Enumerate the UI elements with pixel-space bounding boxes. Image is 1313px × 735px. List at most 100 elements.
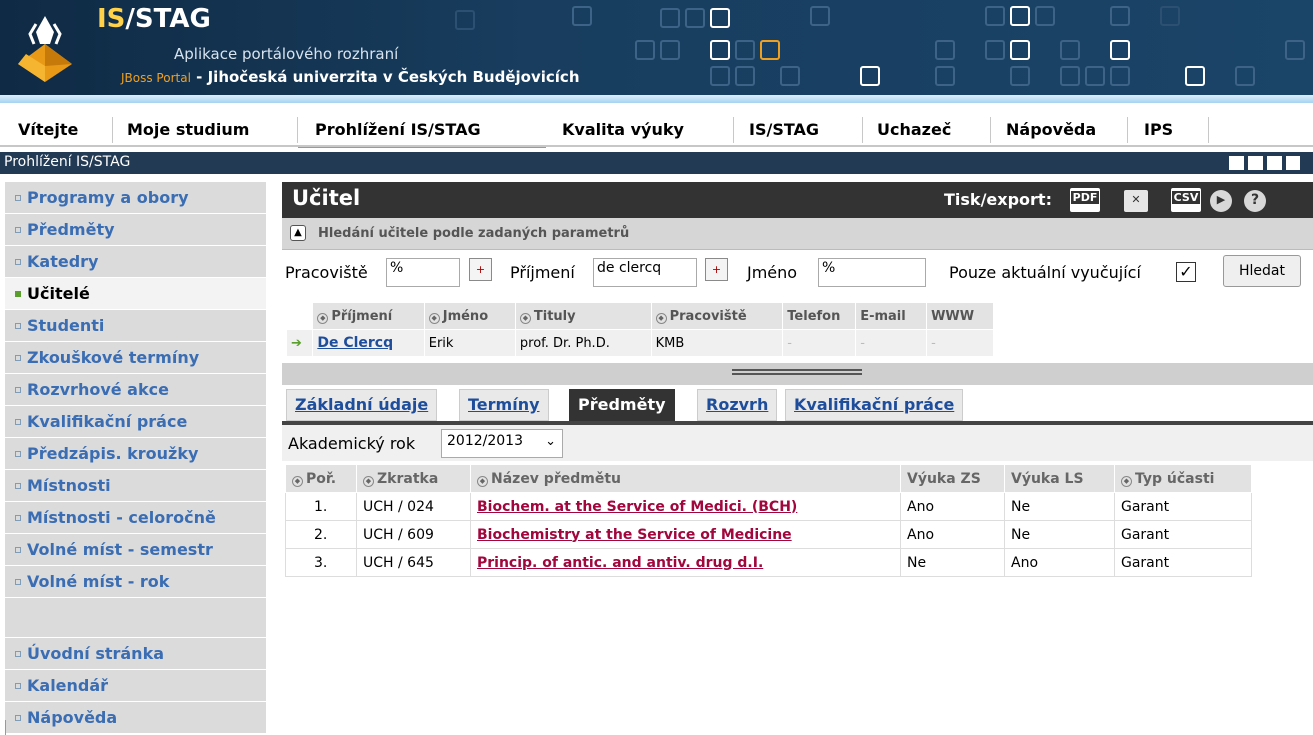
cell-tituly: prof. Dr. Ph.D.: [514, 329, 652, 357]
sidebar-item-volne-mist-rok[interactable]: Volné míst - rok: [5, 566, 266, 598]
col-label: Výuka ZS: [907, 470, 981, 487]
search-panel-header[interactable]: ▲ Hledání učitele podle zadaných paramet…: [282, 218, 1313, 250]
col-zkratka[interactable]: ◆ Zkratka: [356, 464, 471, 493]
csv-icon[interactable]: CSV: [1171, 188, 1201, 212]
sidebar-item-kvalifikacni-prace[interactable]: Kvalifikační práce: [5, 406, 266, 438]
pracoviste-input[interactable]: %: [386, 258, 460, 287]
sidebar-item-rozvrhove-akce[interactable]: Rozvrhové akce: [5, 374, 266, 406]
sidebar-item-label: Kalendář: [27, 676, 109, 695]
col-telefon: Telefon: [782, 302, 857, 330]
maximize-icon[interactable]: [1286, 156, 1300, 170]
tab-napoveda[interactable]: Nápověda: [1006, 119, 1096, 148]
col-por[interactable]: ◆ Poř.: [285, 464, 357, 493]
course-link[interactable]: Princip. of antic. and antiv. drug d.I.: [477, 555, 763, 571]
teacher-link[interactable]: De Clercq: [312, 329, 425, 357]
tab-terminy[interactable]: Termíny: [459, 389, 549, 421]
sidebar-item-mistnosti-celorocne[interactable]: Místnosti - celoročně: [5, 502, 266, 534]
course-link[interactable]: Biochemistry at the Service of Medicine: [477, 527, 792, 543]
minimize-icon[interactable]: [1229, 156, 1244, 170]
decor-square: [1110, 66, 1130, 86]
pdf-icon-label: PDF: [1070, 191, 1100, 204]
tab-moje-studium[interactable]: Moje studium: [127, 119, 249, 148]
sidebar-item-label: Katedry: [27, 252, 99, 271]
sort-icon: ◆: [477, 475, 488, 487]
course-link[interactable]: Biochem. at the Service of Medici. (BCH): [477, 499, 797, 515]
col-tituly[interactable]: ◆ Tituly: [514, 302, 652, 330]
decor-square: [635, 40, 655, 60]
prijmeni-picker-icon[interactable]: +: [705, 258, 728, 281]
sidebar-item-label: Kvalifikační práce: [27, 412, 188, 431]
year-select[interactable]: 2012/2013 ⌄: [441, 429, 563, 458]
tab-separator: [112, 117, 113, 143]
back-icon[interactable]: [1248, 156, 1263, 170]
bullet-icon: [15, 419, 21, 425]
more-icon[interactable]: ▶: [1210, 190, 1232, 212]
cell-ls: Ne: [1004, 520, 1115, 549]
tab-prohlizeni[interactable]: Prohlížení IS/STAG: [298, 119, 546, 148]
bullet-icon: [15, 579, 21, 585]
pracoviste-picker-icon[interactable]: +: [469, 258, 492, 281]
sidebar-item-label: Předzápis. kroužky: [27, 444, 199, 463]
decor-square: [985, 6, 1005, 26]
tab-kvalifikacni-prace[interactable]: Kvalifikační práce: [785, 389, 964, 421]
excel-icon[interactable]: ✕: [1124, 190, 1148, 212]
university-name: - Jihočeská univerzita v Českých Budějov…: [190, 68, 580, 86]
hledat-button[interactable]: Hledat: [1223, 255, 1301, 287]
col-label: WWW: [931, 308, 975, 324]
help-icon[interactable]: ?: [1244, 190, 1266, 212]
tab-is-stag[interactable]: IS/STAG: [749, 119, 819, 148]
sidebar-item-ucitele[interactable]: Učitelé: [5, 278, 266, 310]
col-prijmeni[interactable]: ◆ Příjmení: [312, 302, 425, 330]
table-row[interactable]: ➔ De Clercq Erik prof. Dr. Ph.D. KMB - -…: [285, 329, 994, 357]
tab-kvalita-vyuky[interactable]: Kvalita výuky: [562, 119, 684, 148]
prijmeni-input[interactable]: de clercq: [593, 258, 697, 287]
sidebar-item-katedry[interactable]: Katedry: [5, 246, 266, 278]
bullet-icon: [15, 683, 21, 689]
tab-ips[interactable]: IPS: [1144, 119, 1173, 148]
col-label: Výuka LS: [1011, 470, 1084, 487]
restore-icon[interactable]: [1267, 156, 1282, 170]
col-pracoviste[interactable]: ◆ Pracoviště: [650, 302, 784, 330]
decor-square: [780, 66, 800, 86]
splitter[interactable]: [282, 363, 1313, 385]
aktualni-checkbox[interactable]: ✓: [1176, 262, 1196, 282]
decor-square: [735, 40, 755, 60]
col-typ-ucasti[interactable]: ◆ Typ účasti: [1114, 464, 1252, 493]
year-label: Akademický rok: [288, 434, 416, 453]
decor-square: [660, 40, 680, 60]
sort-icon: ◆: [363, 475, 374, 487]
sidebar-item-uvodni-stranka[interactable]: Úvodní stránka: [5, 638, 266, 670]
collapse-icon[interactable]: ▲: [290, 225, 306, 241]
sort-icon: ◆: [428, 312, 440, 324]
sort-icon: ◆: [1121, 475, 1132, 487]
col-jmeno[interactable]: ◆ Jméno: [423, 302, 516, 330]
stag-logo-icon[interactable]: [14, 14, 76, 84]
jmeno-input[interactable]: %: [818, 258, 926, 287]
sort-icon: ◆: [317, 312, 329, 324]
cell-nazev: Princip. of antic. and antiv. drug d.I.: [470, 548, 901, 577]
sidebar-item-programy[interactable]: Programy a obory: [5, 182, 266, 214]
sidebar-item-zkouskove-terminy[interactable]: Zkouškové termíny: [5, 342, 266, 374]
sidebar-item-mistnosti[interactable]: Místnosti: [5, 470, 266, 502]
sidebar-item-predmety[interactable]: Předměty: [5, 214, 266, 246]
sidebar-item-predzapis-krouzky[interactable]: Předzápis. kroužky: [5, 438, 266, 470]
drag-handle-icon[interactable]: [732, 369, 862, 375]
pdf-icon[interactable]: PDF: [1070, 188, 1100, 212]
sidebar-item-kalendar[interactable]: Kalendář: [5, 670, 266, 702]
tab-rozvrh[interactable]: Rozvrh: [697, 389, 778, 421]
decor-square: [860, 66, 880, 86]
tab-zakladni-udaje[interactable]: Základní údaje: [286, 389, 438, 421]
tab-uchazec[interactable]: Uchazeč: [877, 119, 951, 148]
cell-typ: Garant: [1114, 548, 1252, 577]
bullet-icon: [15, 547, 21, 553]
col-nazev[interactable]: ◆ Název předmětu: [470, 464, 901, 493]
col-label: Typ účasti: [1135, 470, 1215, 487]
cell-zkratka: UCH / 024: [356, 492, 471, 521]
tab-vitejte[interactable]: Vítejte: [18, 119, 78, 148]
sidebar-item-studenti[interactable]: Studenti: [5, 310, 266, 342]
sidebar-item-volne-mist-semestr[interactable]: Volné míst - semestr: [5, 534, 266, 566]
tab-predmety[interactable]: Předměty: [569, 389, 675, 421]
decor-square: [935, 40, 955, 60]
results-header-spacer: [285, 302, 314, 330]
sidebar-item-napoveda[interactable]: Nápověda: [5, 702, 266, 734]
